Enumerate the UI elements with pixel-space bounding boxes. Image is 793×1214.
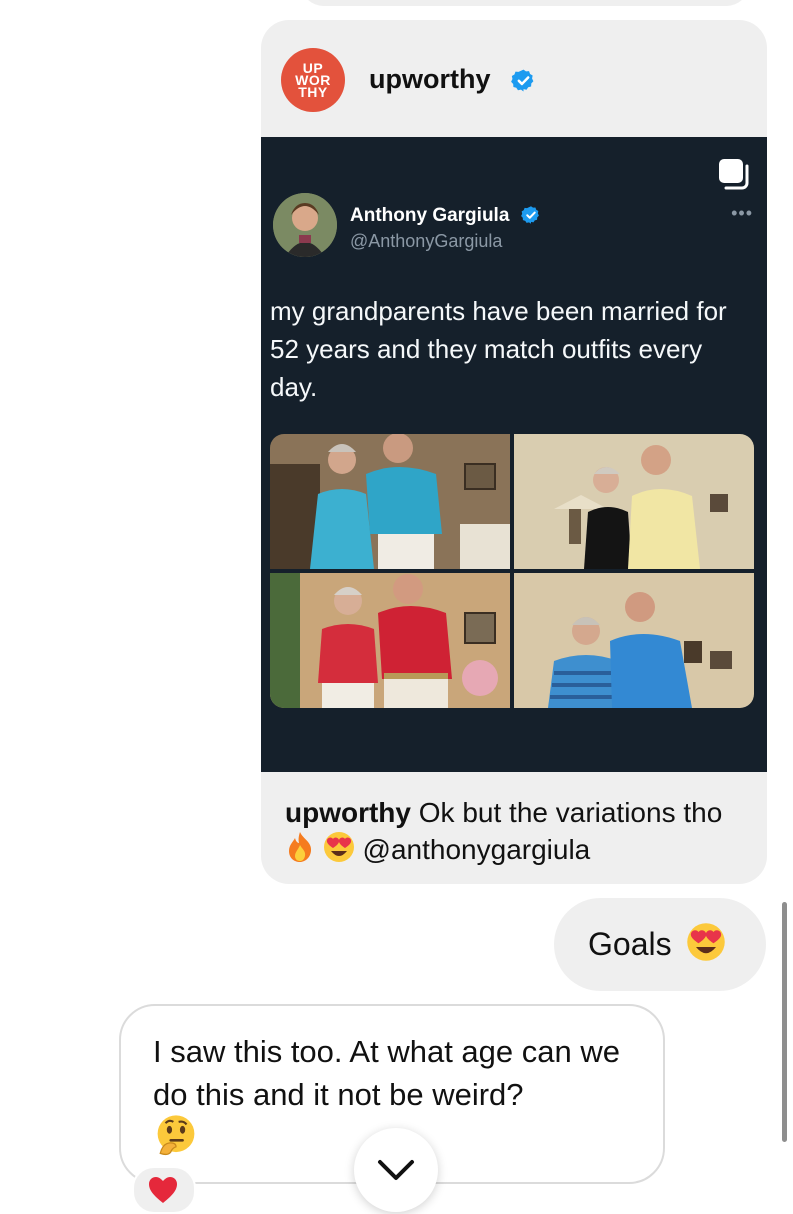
tweet-photo-3 (270, 573, 510, 708)
avatar-photo (273, 193, 337, 257)
logo-line-3: THY (298, 84, 328, 100)
heart-eyes-emoji (687, 923, 725, 961)
fire-emoji (289, 832, 312, 862)
outgoing-message-bubble[interactable]: Goals (554, 898, 766, 991)
tweet-verified-icon (521, 206, 539, 224)
tweet-author-name: Anthony Gargiula (350, 205, 510, 226)
outgoing-message-text: Goals (588, 926, 672, 962)
post-header[interactable]: UP WOR THY upworthy (261, 20, 767, 137)
more-options-icon: ••• (731, 203, 753, 223)
post-account-name[interactable]: upworthy (369, 64, 491, 95)
tweet-photo-grid (270, 434, 754, 708)
thinking-face-emoji (157, 1115, 195, 1156)
scrollbar[interactable] (782, 902, 787, 1142)
chevron-down-icon (378, 1160, 414, 1180)
tweet-author-handle: @AnthonyGargiula (350, 231, 503, 251)
tweet-photo-4 (514, 573, 754, 708)
caption-username[interactable]: upworthy (285, 797, 411, 828)
carousel-icon (719, 159, 749, 190)
tweet-screenshot[interactable]: Anthony Gargiula @AnthonyGargiula ••• my… (261, 137, 767, 772)
heart-eyes-emoji (323, 832, 354, 862)
post-caption: upworthy Ok but the variations tho @anth… (285, 794, 745, 868)
tweet-photo-1 (270, 434, 510, 569)
verified-badge-icon (511, 69, 534, 92)
tweet-text: my grandparents have been married for 52… (270, 296, 727, 402)
previous-message-bubble[interactable] (300, 0, 750, 6)
caption-text: Ok but the variations tho (411, 797, 723, 828)
message-reaction[interactable] (132, 1166, 196, 1214)
tweet-author-avatar (273, 193, 337, 257)
shared-post-card[interactable]: UP WOR THY upworthy Anthony Gargiula @An… (261, 20, 767, 884)
caption-mention[interactable]: @anthonygargiula (355, 834, 591, 865)
incoming-message-text: I saw this too. At what age can we do th… (153, 1034, 620, 1112)
upworthy-logo[interactable]: UP WOR THY (281, 48, 345, 112)
tweet-photo-2 (514, 434, 754, 569)
scroll-to-bottom-button[interactable] (354, 1128, 438, 1212)
